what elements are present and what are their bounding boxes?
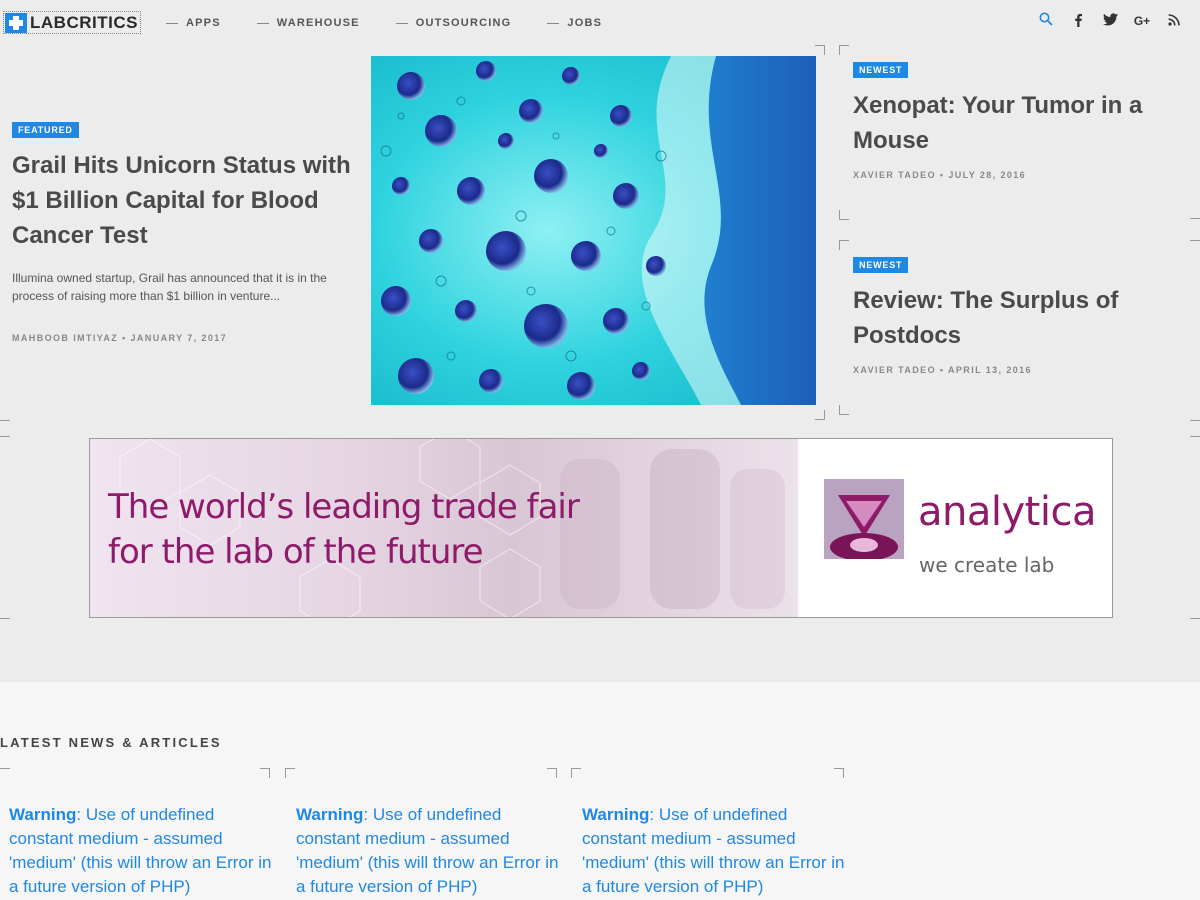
logo-text: LABCRITICS bbox=[30, 12, 138, 32]
brand-tagline: we create lab bbox=[919, 553, 1055, 577]
corner-bracket bbox=[547, 768, 557, 778]
nav-dash bbox=[547, 22, 560, 24]
side-article-title[interactable]: Review: The Surplus of Postdocs bbox=[853, 283, 1193, 353]
banner-headline: The world’s leading trade fair for the l… bbox=[108, 485, 580, 575]
corner-bracket bbox=[260, 768, 270, 778]
warning-label: Warning bbox=[9, 805, 77, 824]
banner-background: The world’s leading trade fair for the l… bbox=[90, 439, 798, 617]
nav-item-apps[interactable]: APPS bbox=[166, 17, 221, 29]
header-icons: G+ bbox=[1030, 12, 1190, 30]
corner-bracket bbox=[815, 410, 825, 420]
latest-news-section: LATEST NEWS & ARTICLES Warning: Use of u… bbox=[0, 682, 1200, 900]
warning-label: Warning bbox=[296, 805, 364, 824]
featured-title[interactable]: Grail Hits Unicorn Status with $1 Billio… bbox=[12, 148, 352, 253]
cell-micrograph-image bbox=[371, 56, 816, 405]
twitter-icon[interactable] bbox=[1094, 13, 1126, 29]
newest-badge[interactable]: NEWEST bbox=[853, 257, 909, 273]
corner-bracket bbox=[839, 240, 849, 250]
side-article[interactable]: NEWEST Review: The Surplus of Postdocs X… bbox=[853, 255, 1193, 375]
search-icon[interactable] bbox=[1030, 12, 1062, 30]
nav-label: OUTSOURCING bbox=[415, 17, 512, 29]
featured-image[interactable] bbox=[371, 56, 816, 405]
corner-bracket bbox=[285, 768, 295, 778]
edge-tick bbox=[1190, 240, 1200, 241]
nav-label: JOBS bbox=[567, 17, 603, 29]
warning-label: Warning bbox=[582, 805, 650, 824]
edge-tick bbox=[0, 618, 10, 619]
nav-item-warehouse[interactable]: WAREHOUSE bbox=[256, 17, 360, 29]
side-article-meta: XAVIER TADEO • JULY 28, 2016 bbox=[853, 170, 1027, 180]
brand-name: analytica bbox=[918, 489, 1096, 535]
corner-bracket bbox=[571, 768, 581, 778]
php-warning: Warning: Use of undefined constant mediu… bbox=[296, 803, 566, 899]
nav-dash bbox=[395, 22, 408, 24]
edge-tick bbox=[1190, 436, 1200, 437]
php-warning: Warning: Use of undefined constant mediu… bbox=[9, 803, 279, 899]
logo-cross-icon bbox=[5, 12, 27, 33]
side-article-meta: XAVIER TADEO • APRIL 13, 2016 bbox=[853, 365, 1032, 375]
nav-dash bbox=[256, 22, 269, 24]
corner-bracket bbox=[839, 45, 849, 55]
featured-excerpt: Illumina owned startup, Grail has announ… bbox=[12, 271, 327, 303]
featured-meta: MAHBOOB IMTIYAZ • JANUARY 7, 2017 bbox=[12, 333, 228, 343]
site-logo[interactable]: LABCRITICS bbox=[3, 11, 141, 34]
facebook-icon[interactable] bbox=[1062, 13, 1094, 30]
featured-article[interactable]: FEATURED Grail Hits Unicorn Status with … bbox=[12, 120, 352, 343]
edge-tick bbox=[1190, 218, 1200, 219]
corner-bracket bbox=[839, 210, 849, 220]
edge-tick bbox=[1190, 420, 1200, 421]
nav-item-jobs[interactable]: JOBS bbox=[547, 17, 602, 29]
edge-tick bbox=[1190, 618, 1200, 619]
edge-tick bbox=[0, 436, 10, 437]
banner-line-2: for the lab of the future bbox=[108, 532, 484, 572]
banner-line-1: The world’s leading trade fair bbox=[108, 487, 580, 527]
side-article-title[interactable]: Xenopat: Your Tumor in a Mouse bbox=[853, 88, 1193, 158]
featured-badge[interactable]: FEATURED bbox=[12, 122, 79, 138]
php-warning: Warning: Use of undefined constant mediu… bbox=[582, 803, 852, 899]
newest-badge[interactable]: NEWEST bbox=[853, 62, 909, 78]
corner-bracket bbox=[815, 45, 825, 55]
main-nav: APPS WAREHOUSE OUTSOURCING JOBS bbox=[166, 0, 638, 46]
nav-item-outsourcing[interactable]: OUTSOURCING bbox=[395, 17, 512, 29]
edge-tick bbox=[0, 420, 10, 421]
corner-bracket bbox=[834, 768, 844, 778]
latest-news-heading: LATEST NEWS & ARTICLES bbox=[0, 735, 222, 750]
site-header: LABCRITICS APPS WAREHOUSE OUTSOURCING JO… bbox=[0, 0, 1200, 46]
nav-label: APPS bbox=[186, 17, 221, 29]
edge-tick bbox=[0, 768, 10, 769]
google-plus-icon[interactable]: G+ bbox=[1126, 14, 1158, 28]
nav-dash bbox=[166, 22, 178, 24]
side-article[interactable]: NEWEST Xenopat: Your Tumor in a Mouse XA… bbox=[853, 60, 1193, 180]
rss-icon[interactable] bbox=[1158, 13, 1190, 29]
corner-bracket bbox=[839, 405, 849, 415]
analytica-logo-icon bbox=[824, 479, 904, 559]
analytica-banner-ad[interactable]: The world’s leading trade fair for the l… bbox=[89, 438, 1113, 618]
nav-label: WAREHOUSE bbox=[276, 17, 360, 29]
